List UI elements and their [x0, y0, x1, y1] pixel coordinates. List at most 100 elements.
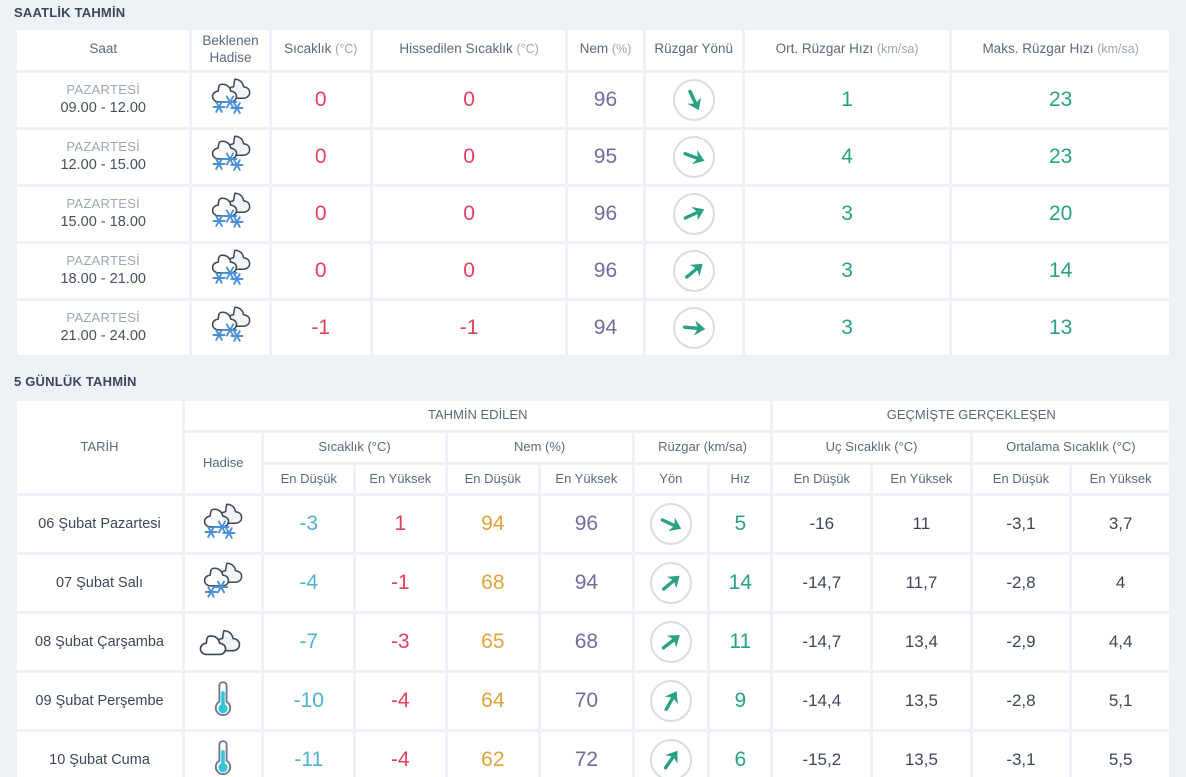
- hourly-humidity-cell: 95: [568, 129, 643, 184]
- daily-avg-low-cell: -2,8: [972, 673, 1070, 730]
- header-wind-average-label: Ort. Rüzgar Hızı: [775, 41, 874, 57]
- arrow-northeast-icon: [672, 249, 715, 292]
- header-humidity-label: Nem: [579, 41, 609, 57]
- daily-temp-high-value: -1: [390, 571, 410, 595]
- header-past-highest-label: En Yüksek: [890, 470, 953, 486]
- hourly-temperature-cell: 0: [271, 186, 370, 241]
- header-event: Beklenen Hadise: [192, 30, 269, 70]
- hourly-temperature-value: -1: [311, 315, 331, 339]
- daily-humidity-low-cell: 94: [447, 496, 539, 553]
- hourly-wind-average-cell: 3: [744, 243, 950, 298]
- hourly-wind-average-cell: 4: [744, 129, 950, 184]
- hourly-feels-like-cell: 0: [372, 243, 566, 298]
- daily-past-high-cell: 13,4: [873, 614, 970, 671]
- daily-humidity-high-cell: 96: [541, 496, 632, 553]
- arrow-north-northeast-icon: [649, 680, 692, 723]
- daily-row: 07 Şubat Salı -4 -1 68 94 14 -14,7 11,7 …: [17, 555, 1169, 612]
- daily-date-cell: 07 Şubat Salı: [17, 555, 183, 612]
- hourly-day-label: PAZARTESİ: [66, 82, 141, 98]
- daily-humidity-low-value: 65: [481, 630, 505, 654]
- daily-past-high-cell: 13,5: [873, 732, 970, 777]
- daily-temp-low-cell: -4: [264, 555, 354, 612]
- hourly-time-range: 18.00 - 21.00: [60, 270, 146, 287]
- daily-temp-low-value: -3: [299, 512, 319, 536]
- daily-date-cell: 06 Şubat Pazartesi: [17, 496, 183, 553]
- header-wind-direction: Rüzgar Yönü: [645, 30, 742, 70]
- hourly-feels-like-value: 0: [463, 144, 475, 168]
- daily-humidity-high-value: 72: [574, 748, 599, 772]
- wind-dial: [649, 680, 692, 723]
- hourly-wind-max-value: 23: [1049, 87, 1073, 111]
- daily-avg-high-value: 4,4: [1108, 632, 1133, 652]
- header-time-label: Saat: [89, 41, 118, 57]
- header-daily-wind: Rüzgar (km/sa): [634, 432, 771, 462]
- daily-row: 10 Şubat Cuma -11 -4 62 72 6 -15,2 13,5 …: [17, 732, 1169, 777]
- daily-header-group-row: TARİH TAHMİN EDİLEN GEÇMİŞTE GERÇEKLEŞEN: [17, 400, 1169, 494]
- hourly-wind-direction-cell: [645, 72, 742, 127]
- arrow-east-southeast-icon: [672, 135, 715, 178]
- hourly-time-cell: PAZARTESİ 18.00 - 21.00: [17, 243, 190, 298]
- header-temperature: Sıcaklık (°C): [271, 30, 370, 70]
- daily-wind-speed-value: 11: [729, 630, 752, 654]
- header-temp-highest-label: En Yüksek: [369, 470, 432, 486]
- header-daily-humidity: Nem (%): [447, 432, 632, 462]
- daily-avg-high-value: 3,7: [1108, 514, 1133, 534]
- daily-temp-low-cell: -11: [264, 732, 354, 777]
- daily-humidity-low-cell: 68: [447, 555, 539, 612]
- daily-temp-high-value: -3: [390, 630, 410, 654]
- daily-humidity-low-value: 62: [481, 748, 505, 772]
- hourly-wind-max-value: 20: [1049, 201, 1073, 225]
- hourly-forecast-title: SAATLİK TAHMİN: [14, 5, 126, 20]
- daily-wind-speed-cell: 14: [710, 555, 771, 612]
- daily-date-cell: 09 Şubat Perşembe: [17, 673, 183, 730]
- hourly-time-cell: PAZARTESİ 21.00 - 24.00: [17, 300, 190, 355]
- snow-heavy-icon: [203, 249, 259, 293]
- thermometer-icon: [195, 740, 251, 777]
- header-avg-lowest-label: En Düşük: [992, 470, 1050, 486]
- hourly-day-label: PAZARTESİ: [66, 139, 141, 155]
- daily-temp-high-value: 1: [394, 512, 407, 536]
- daily-avg-low-cell: -3,1: [972, 732, 1070, 777]
- hourly-temperature-value: 0: [314, 144, 327, 168]
- cloudy-icon: [195, 630, 251, 661]
- hourly-feels-like-cell: -1: [372, 300, 566, 355]
- header-date: TARİH: [17, 400, 183, 494]
- daily-avg-low-value: -3,1: [1006, 514, 1036, 534]
- hourly-wind-average-cell: 3: [744, 300, 950, 355]
- daily-past-high-value: 13,5: [904, 691, 938, 711]
- daily-past-low-cell: -14,7: [773, 555, 871, 612]
- daily-temp-high-value: -4: [390, 748, 410, 772]
- hourly-temperature-cell: 0: [271, 129, 370, 184]
- header-temp-lowest: En Düşük: [264, 464, 354, 494]
- hourly-wind-average-cell: 3: [744, 186, 950, 241]
- daily-wind-speed-cell: 11: [710, 614, 771, 671]
- hourly-row: PAZARTESİ 12.00 - 15.00 0 0 95 4 23: [17, 129, 1169, 184]
- header-daily-humidity-label: Nem (%): [513, 438, 566, 454]
- header-temp-lowest-label: En Düşük: [280, 470, 337, 486]
- daily-date-cell: 08 Şubat Çarşamba: [17, 614, 183, 671]
- daily-wind-direction-cell: [634, 673, 708, 730]
- daily-humidity-low-value: 68: [481, 571, 505, 595]
- wind-dial: [649, 621, 692, 664]
- daily-humidity-high-value: 70: [574, 689, 599, 713]
- daily-avg-low-value: -2,9: [1006, 632, 1036, 652]
- wind-dial: [649, 562, 692, 605]
- header-avg-highest-label: En Yüksek: [1089, 470, 1152, 486]
- header-daily-temperature-label: Sıcaklık (°C): [318, 438, 391, 454]
- daily-wind-direction-cell: [634, 555, 708, 612]
- header-humidity-highest-label: En Yüksek: [555, 470, 618, 486]
- header-humidity-highest: En Yüksek: [541, 464, 632, 494]
- hourly-wind-average-value: 4: [841, 144, 853, 168]
- header-daily-temperature: Sıcaklık (°C): [264, 432, 445, 462]
- hourly-wind-average-value: 3: [841, 315, 853, 339]
- daily-wind-direction-cell: [634, 496, 708, 553]
- daily-past-low-value: -14,7: [802, 573, 842, 593]
- hourly-row: PAZARTESİ 18.00 - 21.00 0 0 96 3 14: [17, 243, 1169, 298]
- header-average-temperature-label: Ortalama Sıcaklık (°C): [1006, 438, 1136, 454]
- daily-past-high-value: 13,5: [904, 750, 938, 770]
- hourly-temperature-cell: 0: [271, 72, 370, 127]
- hourly-wind-max-cell: 13: [952, 300, 1169, 355]
- hourly-wind-average-value: 3: [841, 201, 853, 225]
- wind-dial: [672, 192, 715, 235]
- snow-heavy-icon: [203, 135, 259, 179]
